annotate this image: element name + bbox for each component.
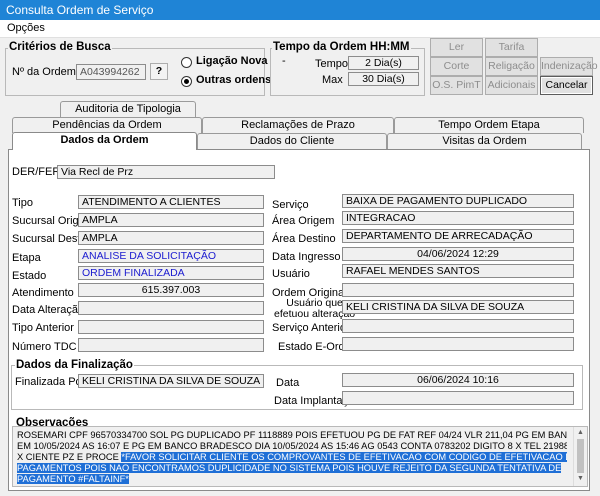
servico-field: BAIXA DE PAGAMENTO DUPLICADO (342, 194, 574, 208)
obs-line-4: PAGAMENTOS POIS NAO ENCONTRAMOS DUPLICID… (17, 463, 567, 474)
usuario-field: RAFAEL MENDES SANTOS (342, 264, 574, 278)
area-destino-field: DEPARTAMENTO DE ARRECADAÇÃO (342, 229, 574, 243)
etapa-field: ANALISE DA SOLICITAÇÃO (78, 249, 264, 263)
data-alteracao-label: Data Alteração (12, 304, 85, 316)
corte-button[interactable]: Corte (430, 57, 483, 76)
tipo-anterior-field (78, 320, 264, 334)
obs-line-5: PAGAMENTO #FALTAINF* (17, 474, 567, 485)
obs-line-2: EM 10/05/2024 AS 16:07 E PG EM BANCO BRA… (17, 441, 567, 451)
tarifa-button[interactable]: Tarifa (485, 38, 538, 57)
data-finalizacao-field: 06/06/2024 10:16 (342, 373, 574, 387)
area-origem-label: Área Origem (272, 215, 335, 227)
window-title: Consulta Ordem de Serviço (0, 0, 600, 20)
data-ingresso-label: Data Ingresso (272, 251, 341, 263)
usuario-alteracao-field: KELI CRISTINA DA SILVA DE SOUZA (342, 300, 574, 314)
servico-anterior-field (342, 319, 574, 333)
finalizada-por-label: Finalizada Por (15, 376, 86, 388)
finalizacao-title: Dados da Finalização (15, 359, 134, 371)
der-fer-field: Via Recl de Prz (57, 165, 275, 179)
tempo-dash: - (282, 55, 286, 67)
finalizada-por-field: KELI CRISTINA DA SILVA DE SOUZA (78, 374, 264, 388)
numero-tdc-label: Número TDC (12, 341, 77, 353)
cancelar-button[interactable]: Cancelar (540, 76, 593, 95)
etapa-label: Etapa (12, 252, 41, 264)
numero-tdc-field (78, 338, 264, 352)
order-number-input[interactable]: A043994262 (76, 64, 146, 80)
scroll-down-arrow-icon[interactable]: ▼ (577, 475, 584, 482)
observacoes-textarea[interactable]: ROSEMARI CPF 96570334700 SOL PG DUPLICAD… (12, 426, 588, 487)
tab-dados-ordem[interactable]: Dados da Ordem (12, 132, 197, 150)
lookup-button[interactable]: ? (150, 63, 168, 80)
sucursal-origem-field: AMPLA (78, 213, 264, 227)
ordem-original-field (342, 283, 574, 297)
obs-line-4-selected: PAGAMENTOS POIS NAO ENCONTRAMOS DUPLICID… (17, 463, 562, 473)
tab-tempo-ordem-etapa[interactable]: Tempo Ordem Etapa (394, 117, 584, 133)
tab-dados-cliente[interactable]: Dados do Cliente (197, 133, 387, 149)
observacoes-text: ROSEMARI CPF 96570334700 SOL PG DUPLICAD… (17, 430, 567, 485)
estado-eorder-field (342, 337, 574, 351)
data-ingresso-field: 04/06/2024 12:29 (342, 247, 574, 261)
atendimento-label: Atendimento (12, 287, 74, 299)
data-alteracao-field (78, 301, 264, 315)
radio-outras-ordens-label: Outras ordens (196, 74, 272, 86)
tipo-field: ATENDIMENTO A CLIENTES (78, 195, 264, 209)
order-number-label: Nº da Ordem (12, 66, 76, 78)
obs-line-5-selected: PAGAMENTO #FALTAINF* (17, 474, 129, 484)
ler-button[interactable]: Ler (430, 38, 483, 57)
tempo-label: Tempo (315, 58, 349, 70)
obs-line-3-selected: *FAVOR SOLICITAR CLIENTE OS COMPROVANTES… (121, 452, 567, 462)
tipo-label: Tipo (12, 197, 33, 209)
data-implantacao-field (342, 391, 574, 405)
servico-anterior-label: Serviço Anterior (272, 322, 350, 334)
max-label: Max (322, 74, 343, 86)
max-value: 30 Dia(s) (348, 72, 419, 86)
tab-pendencias-ordem[interactable]: Pendências da Ordem (12, 117, 202, 133)
estado-label: Estado (12, 270, 47, 282)
observacoes-scrollbar[interactable]: ▲ ▼ (573, 427, 587, 486)
der-fer-label: DER/FER (12, 166, 61, 178)
area-destino-label: Área Destino (272, 233, 336, 245)
sucursal-destino-field: AMPLA (78, 231, 264, 245)
area-origem-field: INTEGRACAO (342, 211, 574, 225)
data-finalizacao-label: Data (276, 377, 300, 389)
os-pimt-button[interactable]: O.S. PimT (430, 76, 483, 95)
usuario-label: Usuário (272, 268, 310, 280)
atendimento-field: 615.397.003 (78, 283, 264, 297)
radio-outras-ordens[interactable] (181, 76, 192, 87)
tab-visitas-ordem[interactable]: Visitas da Ordem (387, 133, 582, 149)
religacao-button[interactable]: Religação (485, 57, 538, 76)
radio-ligacao-nova[interactable] (181, 57, 192, 68)
tempo-title: Tempo da Ordem HH:MM (272, 41, 411, 53)
tab-reclamacoes-prazo[interactable]: Reclamações de Prazo (202, 117, 394, 133)
radio-ligacao-nova-label: Ligação Nova (196, 55, 268, 67)
obs-line-3: X CIENTE PZ E PROCE *FAVOR SOLICITAR CLI… (17, 452, 567, 463)
criteria-title: Critérios de Busca (8, 41, 112, 53)
obs-line-3-plain: X CIENTE PZ E PROCE (17, 452, 122, 462)
servico-label: Serviço (272, 199, 309, 211)
scroll-thumb[interactable] (577, 439, 584, 473)
obs-line-1: ROSEMARI CPF 96570334700 SOL PG DUPLICAD… (17, 430, 567, 440)
menu-bar: Opções (0, 20, 600, 38)
menu-opcoes[interactable]: Opções (0, 20, 52, 36)
tipo-anterior-label: Tipo Anterior (12, 322, 74, 334)
estado-field: ORDEM FINALIZADA (78, 266, 264, 280)
scroll-up-arrow-icon[interactable]: ▲ (577, 429, 584, 436)
tempo-value: 2 Dia(s) (348, 56, 419, 70)
adicionais-button[interactable]: Adicionais (485, 76, 538, 95)
indenizacao-button[interactable]: Indenização (540, 57, 598, 76)
tab-auditoria-tipologia[interactable]: Auditoria de Tipologia (60, 101, 196, 117)
